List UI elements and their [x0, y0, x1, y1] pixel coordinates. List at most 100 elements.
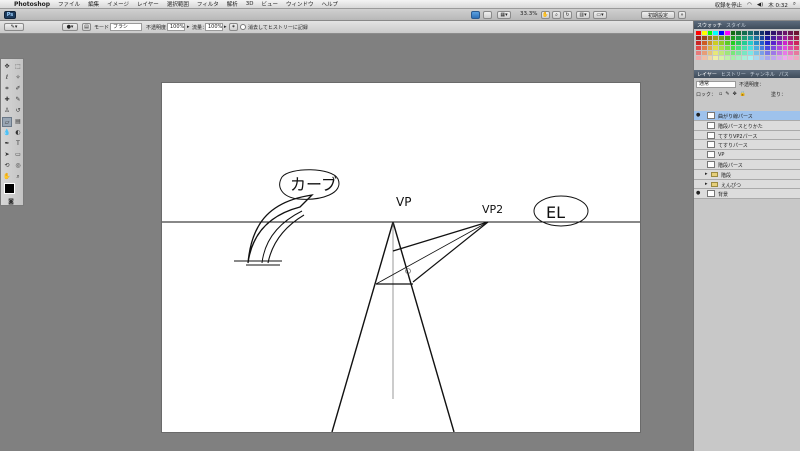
- zoom-tool-icon[interactable]: ⌕: [13, 172, 23, 182]
- color-swatch[interactable]: [771, 56, 776, 60]
- stamp-tool-icon[interactable]: ♙: [2, 106, 12, 116]
- quick-select-tool-icon[interactable]: ✧: [13, 73, 23, 83]
- color-swatch[interactable]: [696, 41, 701, 45]
- history-brush-tool-icon[interactable]: ↺: [13, 106, 23, 116]
- visibility-eye-icon[interactable]: [696, 142, 701, 147]
- color-swatch[interactable]: [730, 36, 736, 40]
- tab-channels[interactable]: チャンネル: [750, 71, 775, 78]
- shape-tool-icon[interactable]: ▭: [13, 150, 23, 160]
- blend-mode-select[interactable]: 通常: [696, 80, 736, 88]
- visibility-eye-icon[interactable]: [696, 152, 701, 157]
- color-swatch[interactable]: [759, 41, 765, 45]
- color-swatch[interactable]: [759, 36, 765, 40]
- color-swatch[interactable]: [794, 31, 799, 35]
- color-swatch[interactable]: [730, 46, 736, 50]
- eyedropper-tool-icon[interactable]: ✐: [13, 84, 23, 94]
- color-swatch[interactable]: [753, 51, 759, 55]
- menu-window[interactable]: ウィンドウ: [286, 0, 314, 8]
- color-swatch[interactable]: [771, 36, 776, 40]
- menu-layer[interactable]: レイヤー: [137, 0, 159, 8]
- color-swatch[interactable]: [776, 31, 782, 35]
- bridge-icon[interactable]: [471, 11, 480, 19]
- zoom-tool-icon[interactable]: ⌕: [552, 11, 561, 19]
- marquee-tool-icon[interactable]: ⬚: [13, 62, 23, 72]
- color-swatch[interactable]: [753, 56, 759, 60]
- wifi-icon[interactable]: ◠: [747, 2, 752, 8]
- color-swatch[interactable]: [771, 51, 776, 55]
- brush-panel-icon[interactable]: ▤: [82, 23, 91, 31]
- color-swatch[interactable]: [719, 31, 724, 35]
- screen-mode-icon[interactable]: ▭▾: [593, 11, 607, 19]
- color-swatch[interactable]: [753, 41, 759, 45]
- hand-tool-icon[interactable]: ✋: [2, 172, 12, 182]
- menu-filter[interactable]: フィルタ: [197, 0, 219, 8]
- color-swatch[interactable]: [713, 41, 719, 45]
- color-swatch[interactable]: [713, 56, 719, 60]
- opacity-field[interactable]: 100%: [167, 23, 185, 31]
- expand-arrow-icon[interactable]: ▸: [705, 181, 708, 187]
- arrange-docs-icon[interactable]: ▥▾: [576, 11, 590, 19]
- color-swatch[interactable]: [753, 31, 759, 35]
- visibility-eye-icon[interactable]: [696, 123, 701, 128]
- color-swatch[interactable]: [788, 41, 794, 45]
- color-swatch[interactable]: [747, 46, 753, 50]
- visibility-eye-icon[interactable]: ●: [696, 191, 701, 196]
- color-swatch[interactable]: [719, 46, 724, 50]
- color-swatch[interactable]: [788, 56, 794, 60]
- recording-status[interactable]: 収録を停止: [715, 1, 743, 9]
- layer-row[interactable]: てすりパース: [694, 140, 800, 151]
- color-swatch[interactable]: [701, 36, 707, 40]
- color-swatch[interactable]: [747, 51, 753, 55]
- tab-styles[interactable]: スタイル: [726, 22, 746, 29]
- minibridge-icon[interactable]: [483, 11, 492, 19]
- color-swatch[interactable]: [742, 41, 747, 45]
- gradient-tool-icon[interactable]: ▤: [13, 117, 23, 127]
- color-swatch[interactable]: [701, 41, 707, 45]
- color-swatch[interactable]: [730, 51, 736, 55]
- color-swatch[interactable]: [736, 41, 742, 45]
- menu-help[interactable]: ヘルプ: [322, 0, 339, 8]
- color-swatch[interactable]: [788, 51, 794, 55]
- tab-history[interactable]: ヒストリー: [721, 71, 746, 78]
- brush-tool-icon[interactable]: ✎: [13, 95, 23, 105]
- eraser-tool-icon[interactable]: ▱: [2, 117, 12, 127]
- visibility-eye-icon[interactable]: [696, 172, 701, 177]
- lock-all-icon[interactable]: 🔒: [740, 91, 746, 97]
- color-swatch[interactable]: [736, 46, 742, 50]
- color-swatch[interactable]: [719, 56, 724, 60]
- color-swatch[interactable]: [771, 46, 776, 50]
- color-swatch[interactable]: [742, 31, 747, 35]
- menu-analysis[interactable]: 解析: [227, 0, 238, 8]
- foreground-color-swatch[interactable]: [4, 183, 15, 194]
- color-swatch[interactable]: [759, 46, 765, 50]
- color-swatch[interactable]: [713, 31, 719, 35]
- color-swatch[interactable]: [794, 51, 799, 55]
- layer-row[interactable]: てすりVP2パース: [694, 130, 800, 141]
- opacity-arrow-icon[interactable]: ▸: [187, 24, 190, 30]
- color-swatch[interactable]: [753, 36, 759, 40]
- color-swatch[interactable]: [794, 46, 799, 50]
- dodge-tool-icon[interactable]: ◐: [13, 128, 23, 138]
- blur-tool-icon[interactable]: 💧: [2, 128, 12, 138]
- color-swatch[interactable]: [696, 51, 701, 55]
- color-swatch[interactable]: [707, 41, 713, 45]
- menu-image[interactable]: イメージ: [107, 0, 129, 8]
- color-swatch[interactable]: [696, 46, 701, 50]
- color-swatch[interactable]: [788, 31, 794, 35]
- color-swatch[interactable]: [730, 31, 736, 35]
- color-swatch[interactable]: [759, 56, 765, 60]
- color-swatch[interactable]: [782, 56, 788, 60]
- hand-tool-icon[interactable]: ✋: [541, 11, 550, 19]
- color-swatch[interactable]: [776, 36, 782, 40]
- visibility-eye-icon[interactable]: ●: [696, 113, 701, 118]
- color-swatch[interactable]: [788, 36, 794, 40]
- color-swatch[interactable]: [713, 36, 719, 40]
- color-swatch[interactable]: [707, 36, 713, 40]
- color-swatch[interactable]: [701, 51, 707, 55]
- path-select-tool-icon[interactable]: ➤: [2, 150, 12, 160]
- lock-move-icon[interactable]: ✥: [733, 91, 737, 97]
- color-swatch[interactable]: [753, 46, 759, 50]
- airbrush-icon[interactable]: ✶: [229, 23, 238, 31]
- color-swatch[interactable]: [724, 56, 730, 60]
- color-swatch[interactable]: [765, 31, 771, 35]
